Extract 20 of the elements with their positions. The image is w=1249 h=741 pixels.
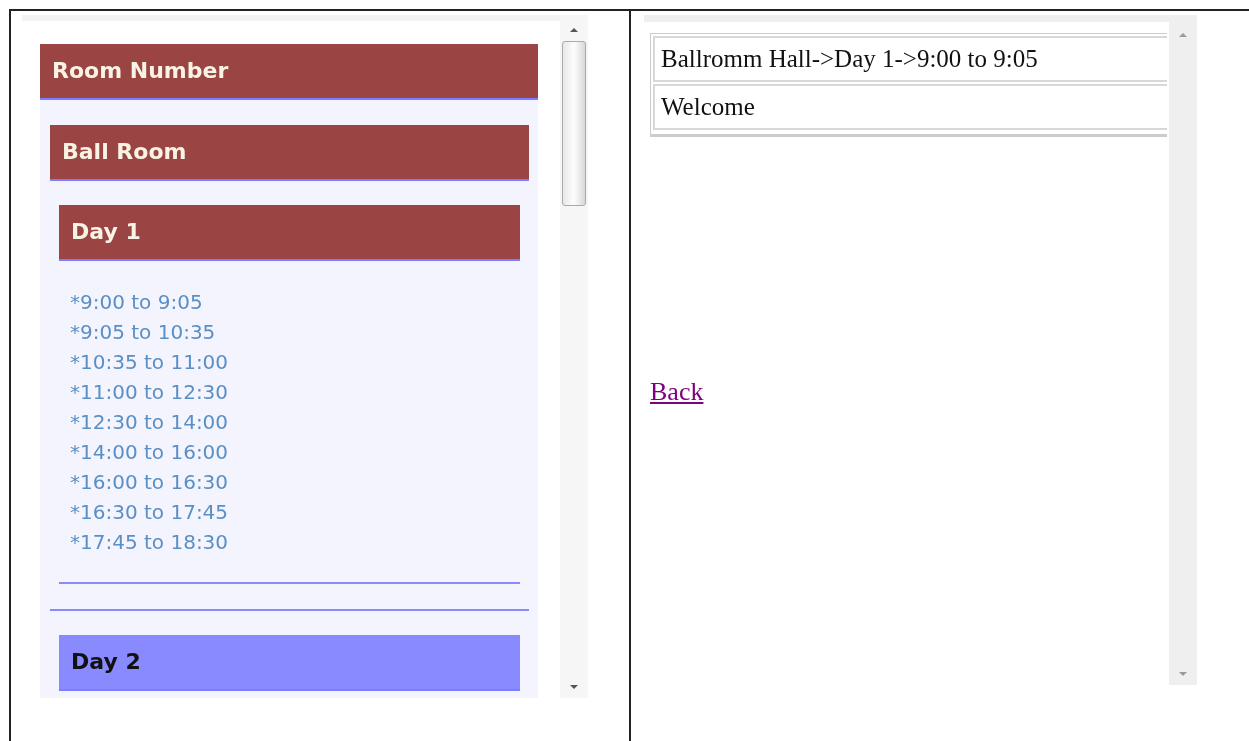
table-cell: Ballromm Hall->Day 1->9:00 to 9:05 [653,36,1167,82]
scroll-thumb[interactable] [562,41,586,206]
scroll-down-icon[interactable] [569,684,579,690]
session-link[interactable]: *9:05 to 10:35 [70,317,216,347]
back-link[interactable]: Back [650,377,704,407]
table-cell: Welcome [653,84,1167,130]
scrollbar[interactable] [560,15,588,698]
session-link[interactable]: *11:00 to 12:30 [70,377,229,407]
scroll-up-icon[interactable] [569,27,579,33]
room-header[interactable]: Ball Room [50,125,529,181]
session-link[interactable]: *17:45 to 18:30 [70,527,229,557]
session-link[interactable]: *16:30 to 17:45 [70,497,229,527]
session-link[interactable]: *12:30 to 14:00 [70,407,229,437]
day-header[interactable]: Day 2 [59,635,520,691]
session-link[interactable]: *10:35 to 11:00 [70,347,229,377]
session-link[interactable]: *16:00 to 16:30 [70,467,229,497]
day-header[interactable]: Day 1 [59,205,520,261]
session-link[interactable]: *9:00 to 9:05 [70,287,203,317]
room-number-header[interactable]: Room Number [40,44,538,100]
session-link[interactable]: *14:00 to 16:00 [70,437,229,467]
